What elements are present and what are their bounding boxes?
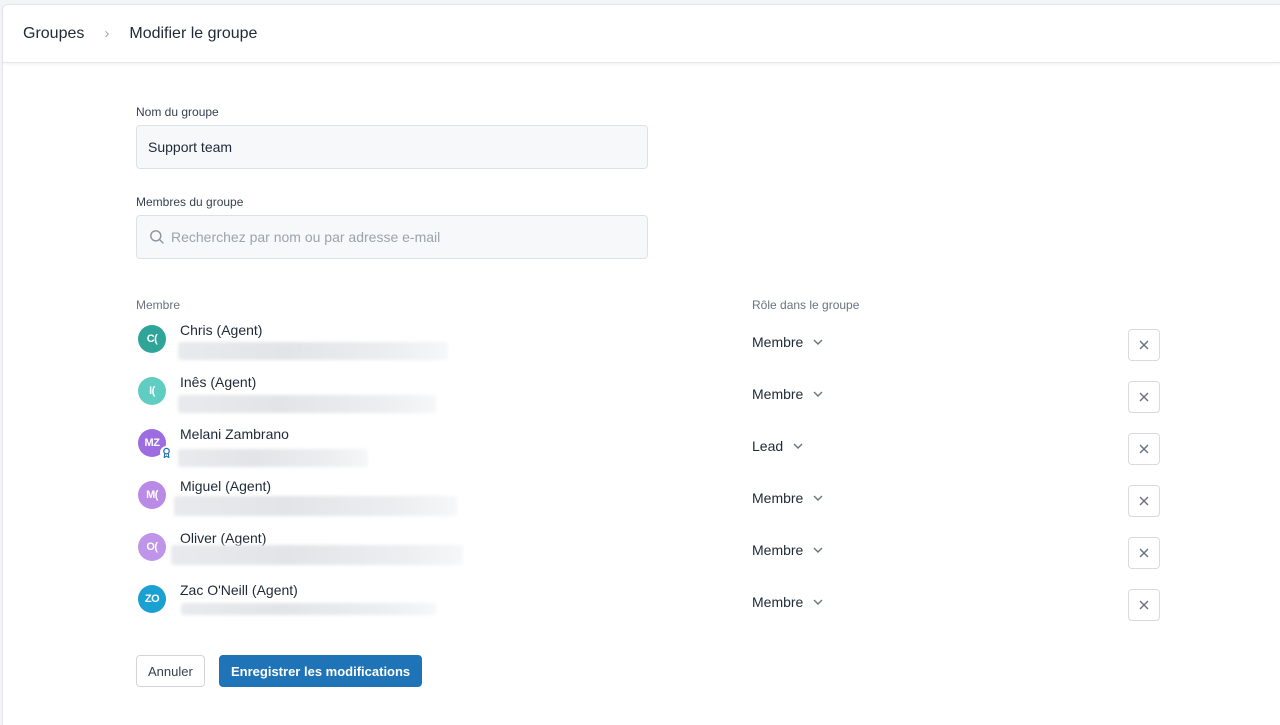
role-dropdown[interactable]: Membre: [752, 542, 824, 558]
chevron-down-icon: [813, 495, 823, 501]
close-icon: [1139, 548, 1149, 558]
role-dropdown[interactable]: Membre: [752, 594, 824, 610]
remove-member-button[interactable]: [1128, 329, 1160, 361]
member-email-redacted: [178, 342, 448, 360]
role-dropdown[interactable]: Membre: [752, 334, 824, 350]
member-row: ZO Zac O'Neill (Agent) Membre: [136, 580, 1166, 632]
role-dropdown[interactable]: Lead: [752, 438, 804, 454]
role-value: Membre: [752, 334, 804, 350]
member-name: Oliver (Agent): [180, 530, 267, 546]
member-search-input[interactable]: [165, 216, 647, 258]
close-icon: [1139, 444, 1149, 454]
member-name: Melani Zambrano: [180, 426, 289, 442]
member-email-redacted: [181, 603, 436, 615]
role-dropdown[interactable]: Membre: [752, 490, 824, 506]
remove-member-button[interactable]: [1128, 433, 1160, 465]
page-header: Groupes › Modifier le groupe: [3, 5, 1280, 63]
close-icon: [1139, 340, 1149, 350]
search-icon: [150, 230, 164, 244]
member-row: I( Inês (Agent) Membre: [136, 372, 1166, 424]
column-header-member: Membre: [136, 298, 181, 312]
cancel-button[interactable]: Annuler: [136, 655, 205, 687]
group-members-label: Membres du groupe: [136, 195, 244, 209]
member-email-redacted: [178, 395, 436, 413]
avatar: I(: [138, 377, 166, 405]
avatar: O(: [138, 533, 166, 561]
role-value: Membre: [752, 542, 804, 558]
lead-ribbon-icon: [160, 446, 173, 459]
edit-group-page: Groupes › Modifier le groupe Nom du grou…: [2, 4, 1280, 725]
member-email-redacted: [178, 449, 368, 467]
member-row: O( Oliver (Agent) Membre: [136, 528, 1166, 580]
chevron-down-icon: [813, 391, 823, 397]
remove-member-button[interactable]: [1128, 589, 1160, 621]
save-changes-button[interactable]: Enregistrer les modifications: [219, 655, 423, 687]
member-email-redacted: [171, 545, 463, 565]
member-name: Miguel (Agent): [180, 478, 272, 494]
member-row: MZ Melani Zambrano Lead: [136, 424, 1166, 476]
member-name: Inês (Agent): [180, 374, 257, 390]
breadcrumb-groups-link[interactable]: Groupes: [23, 25, 84, 43]
avatar: M(: [138, 481, 166, 509]
chevron-down-icon: [813, 599, 823, 605]
role-value: Membre: [752, 490, 804, 506]
close-icon: [1139, 496, 1149, 506]
role-value: Lead: [752, 438, 784, 454]
member-row: C( Chris (Agent) Membre: [136, 320, 1166, 372]
remove-member-button[interactable]: [1128, 381, 1160, 413]
role-value: Membre: [752, 386, 804, 402]
member-search-field-wrapper: [136, 215, 648, 259]
member-name: Zac O'Neill (Agent): [180, 582, 298, 598]
close-icon: [1139, 600, 1149, 610]
chevron-down-icon: [813, 339, 823, 345]
chevron-down-icon: [813, 547, 823, 553]
avatar: ZO: [138, 585, 166, 613]
chevron-down-icon: [793, 443, 803, 449]
page-title: Modifier le groupe: [129, 24, 258, 42]
column-header-role: Rôle dans le groupe: [752, 298, 860, 312]
remove-member-button[interactable]: [1128, 485, 1160, 517]
member-email-redacted: [174, 496, 457, 516]
close-icon: [1139, 392, 1149, 402]
group-name-label: Nom du groupe: [136, 105, 219, 119]
role-value: Membre: [752, 594, 804, 610]
remove-member-button[interactable]: [1128, 537, 1160, 569]
role-dropdown[interactable]: Membre: [752, 386, 824, 402]
member-row: M( Miguel (Agent) Membre: [136, 476, 1166, 528]
group-name-field-wrapper: [136, 125, 648, 169]
breadcrumb-chevron-icon: ›: [104, 25, 110, 42]
avatar: C(: [138, 325, 166, 353]
member-name: Chris (Agent): [180, 322, 263, 338]
group-name-input[interactable]: [137, 126, 647, 168]
